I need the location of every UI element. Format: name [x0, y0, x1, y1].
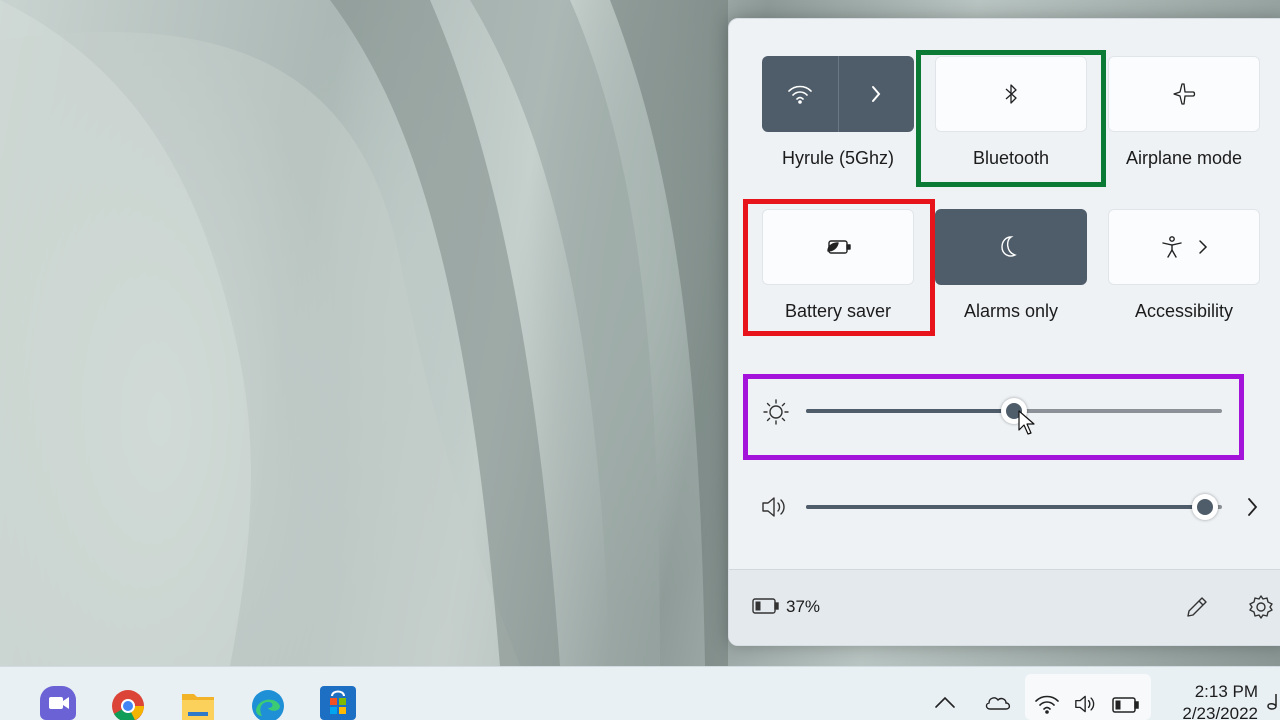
wifi-expand-button[interactable] [839, 56, 915, 132]
accessibility-label: Accessibility [1134, 301, 1234, 321]
pencil-icon[interactable] [1184, 594, 1210, 620]
moon-icon [1001, 236, 1017, 257]
chevron-right-icon [872, 86, 881, 102]
wifi-label: Hyrule (5Ghz) [781, 148, 895, 168]
speaker-icon[interactable] [760, 494, 790, 520]
onedrive-icon[interactable] [984, 693, 1012, 711]
gear-icon[interactable] [1248, 594, 1274, 620]
volume-slider-fill [806, 505, 1205, 509]
brightness-highlight-box [743, 374, 1244, 460]
focus-assist-label: Alarms only [963, 301, 1059, 321]
clock-time: 2:13 PM [1194, 682, 1258, 701]
chevron-right-icon [1199, 240, 1208, 254]
store-icon[interactable] [320, 686, 356, 720]
wifi-icon [1035, 695, 1059, 714]
clock-date: 2/23/2022 [1182, 704, 1258, 720]
edge-icon[interactable] [250, 686, 286, 720]
audio-output-chevron-icon[interactable] [1246, 497, 1260, 517]
notification-icon[interactable] [1266, 690, 1280, 714]
focus-assist-toggle-button[interactable] [935, 209, 1087, 285]
airplane-mode-label: Airplane mode [1125, 148, 1243, 168]
accessibility-button[interactable] [1108, 209, 1260, 285]
wifi-icon [787, 85, 812, 104]
battery-icon [1112, 697, 1139, 713]
battery-saver-highlight-box [743, 199, 935, 336]
chevron-up-icon[interactable] [934, 695, 956, 709]
wifi-tile[interactable] [762, 56, 914, 132]
file-explorer-icon[interactable] [180, 686, 216, 720]
battery-percentage: 37% [786, 597, 821, 616]
volume-slider[interactable] [806, 492, 1222, 522]
volume-slider-thumb[interactable] [1192, 494, 1218, 520]
teams-icon[interactable] [40, 686, 76, 720]
airplane-mode-toggle-button[interactable] [1108, 56, 1260, 132]
wifi-toggle-button[interactable] [762, 56, 838, 132]
bluetooth-highlight-box [916, 50, 1106, 187]
airplane-icon [1173, 83, 1196, 105]
chrome-icon[interactable] [110, 686, 146, 720]
speaker-icon [1075, 695, 1095, 713]
taskbar-clock[interactable]: 2:13 PM 2/23/2022 [1162, 681, 1258, 720]
battery-icon [752, 598, 779, 614]
accessibility-icon [1162, 236, 1182, 258]
